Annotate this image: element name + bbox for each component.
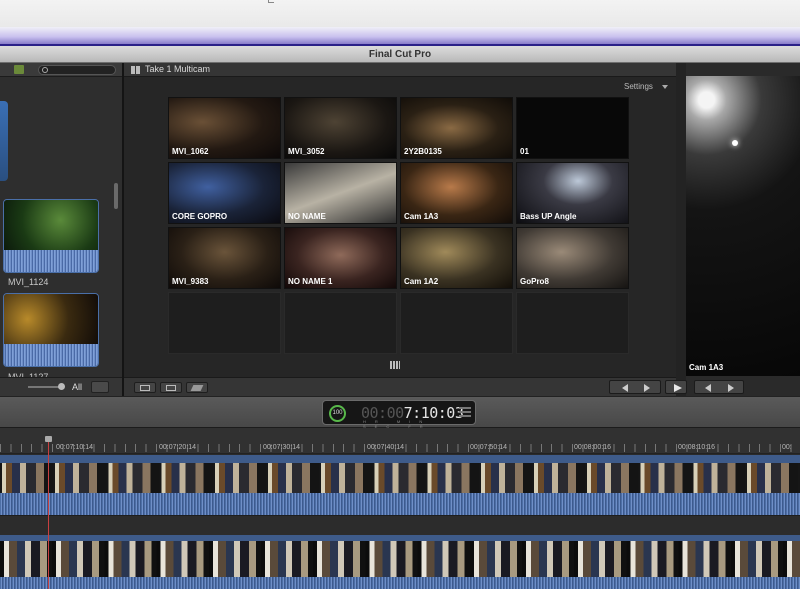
main-viewer: Cam 1A3 [686,76,800,376]
clip-thumbnail-mvi-1124[interactable] [3,199,99,273]
angle-cell-active[interactable]: Cam 1A3 [400,162,513,224]
angle-label: NO NAME 1 [288,277,333,286]
keyword-tag-icon[interactable] [14,65,24,74]
clip-appearance-button[interactable] [91,381,109,393]
clip-size-slider-knob[interactable] [58,383,65,390]
fit-view-button[interactable] [134,382,156,393]
angle-label: 01 [520,147,529,156]
playhead[interactable] [48,438,49,589]
video-filmstrip[interactable] [0,541,800,577]
angle-cell[interactable]: GoPro8 [516,227,629,289]
angle-label: Bass UP Angle [520,212,577,221]
clip-thumbnail-partial[interactable] [0,101,8,181]
empty-angle-cell [168,292,281,354]
clip-thumbnail-mvi-1127[interactable] [3,293,99,367]
edit-point-buttons[interactable] [694,380,744,394]
angle-label: MVI_3052 [288,147,325,156]
ruler-label: 00:08:10:16 [678,444,715,451]
empty-angle-cell [516,292,629,354]
viewer-divider[interactable] [676,63,686,396]
browser-footer: All [0,377,122,396]
page-dots-icon[interactable] [390,361,400,369]
angle-viewer: Take 1 Multicam Settings MVI_1062 MVI_30… [124,63,676,396]
browser-toolbar [0,63,122,77]
light-flare [732,140,738,146]
angle-cell[interactable]: MVI_1062 [168,97,281,159]
search-icon [42,67,48,73]
angle-cell[interactable]: MVI_3052 [284,97,397,159]
angle-label: Cam 1A2 [404,277,439,286]
audio-waveform[interactable] [0,577,800,589]
clip-waveform [4,250,98,272]
angle-label: MVI_9383 [172,277,209,286]
play-button[interactable] [665,380,687,394]
audio-waveform[interactable] [0,493,800,515]
angle-cell[interactable]: 2Y2B0135 [400,97,513,159]
clip-waveform [4,344,98,366]
crop-icon [166,385,176,391]
viewer-angle-label: Cam 1A3 [689,363,724,372]
chevron-down-icon[interactable] [662,85,668,89]
empty-angle-cell [400,292,513,354]
angle-cell[interactable]: Cam 1A2 [400,227,513,289]
distort-button[interactable] [186,382,208,393]
angle-label: NO NAME [288,212,326,221]
desktop-mark [268,0,274,3]
fit-icon [140,385,150,391]
playhead-handle[interactable] [45,436,52,442]
angle-label: Cam 1A3 [404,212,439,221]
event-browser: MVI_1124 MVI_1127 All [0,63,122,396]
clip-image [4,200,98,250]
angle-label: GoPro8 [520,277,549,286]
angle-label: CORE GOPRO [172,212,228,221]
angle-cell[interactable]: CORE GOPRO [168,162,281,224]
ruler-label: 00:07:20:14 [159,444,196,451]
angle-viewer-header: Take 1 Multicam [124,63,676,77]
angle-label: MVI_1062 [172,147,209,156]
ruler-label: 00:07:40:14 [367,444,404,451]
clip-image [4,294,98,344]
clip-label: MVI_1124 [8,277,49,287]
timeline-ruler[interactable]: 00:07:10:14 00:07:20:14 00:07:30:14 00:0… [0,428,800,454]
previous-frame-icon[interactable] [622,384,628,392]
ruler-label: 00:07:50:14 [470,444,507,451]
background-tasks-ring[interactable]: 100 [329,405,346,422]
dashboard: 100 00:007:10:03 HR MIN SEC FR [0,396,800,429]
angle-cell[interactable]: NO NAME 1 [284,227,397,289]
desktop-strip [0,0,800,27]
timeline-gap [0,515,800,535]
ruler-label: 00:07:10:14 [56,444,93,451]
window-title: Final Cut Pro [0,46,800,63]
audio-skim-buttons[interactable] [609,380,661,394]
play-icon [674,384,682,392]
angle-cell[interactable]: NO NAME [284,162,397,224]
browser-search-field[interactable] [38,65,116,75]
angle-label: 2Y2B0135 [404,147,442,156]
settings-menu[interactable]: Settings [624,82,653,91]
browser-scrollbar[interactable] [114,183,118,209]
angle-viewer-title: Take 1 Multicam [145,64,211,74]
video-filmstrip[interactable] [0,463,800,493]
angle-cell[interactable]: 01 [516,97,629,159]
clip-header-bar[interactable] [0,455,800,463]
grid-icon [131,66,140,74]
ruler-label: 00:07:30:14 [263,444,300,451]
previous-edit-icon[interactable] [705,384,711,392]
next-frame-icon[interactable] [644,384,650,392]
ruler-label: 00: [782,444,792,451]
window-glow [0,27,800,45]
timecode-display[interactable]: 100 00:007:10:03 HR MIN SEC FR [322,400,476,429]
next-edit-icon[interactable] [728,384,734,392]
distort-icon [190,385,204,391]
app-window: Final Cut Pro MVI_1124 MVI_1127 All [0,0,800,589]
angle-viewer-footer [124,377,676,396]
ruler-label: 00:08:00:16 [574,444,611,451]
filter-all-label[interactable]: All [72,382,82,392]
empty-angle-cell [284,292,397,354]
angle-cell[interactable]: MVI_9383 [168,227,281,289]
angle-cell[interactable]: Bass UP Angle [516,162,629,224]
audio-meters-icon[interactable] [459,407,471,419]
transform-button[interactable] [160,382,182,393]
